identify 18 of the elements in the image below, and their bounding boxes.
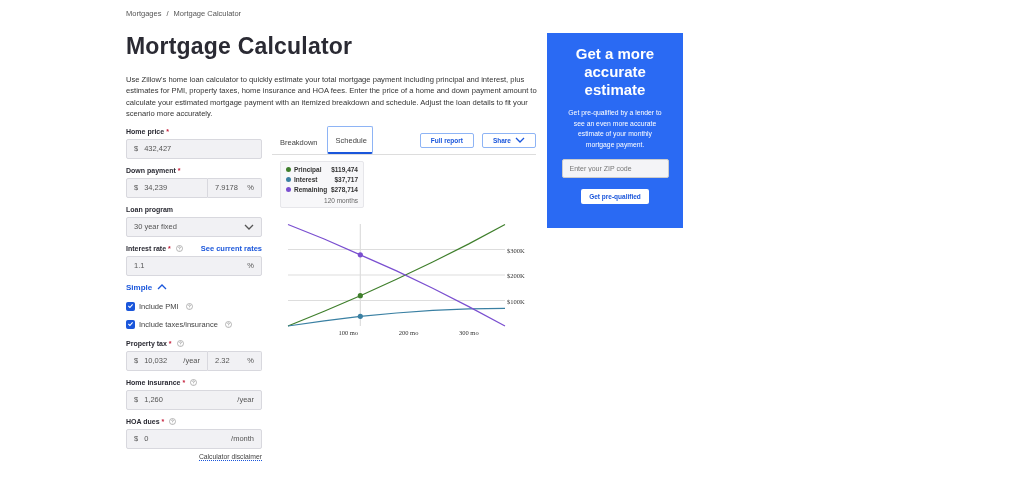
promo-title: Get a more accurate estimate [574,45,656,99]
data-point [357,251,363,258]
help-icon[interactable] [185,302,193,310]
checkbox[interactable] [126,301,135,311]
help-icon[interactable] [224,320,232,328]
data-point [357,292,363,298]
chevron-down-icon [244,223,254,230]
data-point [357,313,363,319]
line-series [287,307,506,327]
help-icon[interactable] [175,244,183,252]
help-icon[interactable] [190,378,198,386]
chevron-up-icon [157,284,168,291]
help-icon[interactable] [176,339,184,347]
page-title: Mortgage Calculator [126,33,354,60]
simple-toggle[interactable]: Simple [126,282,168,292]
line-series [287,223,506,327]
help-icon[interactable] [169,417,177,425]
checkbox[interactable] [126,319,135,329]
